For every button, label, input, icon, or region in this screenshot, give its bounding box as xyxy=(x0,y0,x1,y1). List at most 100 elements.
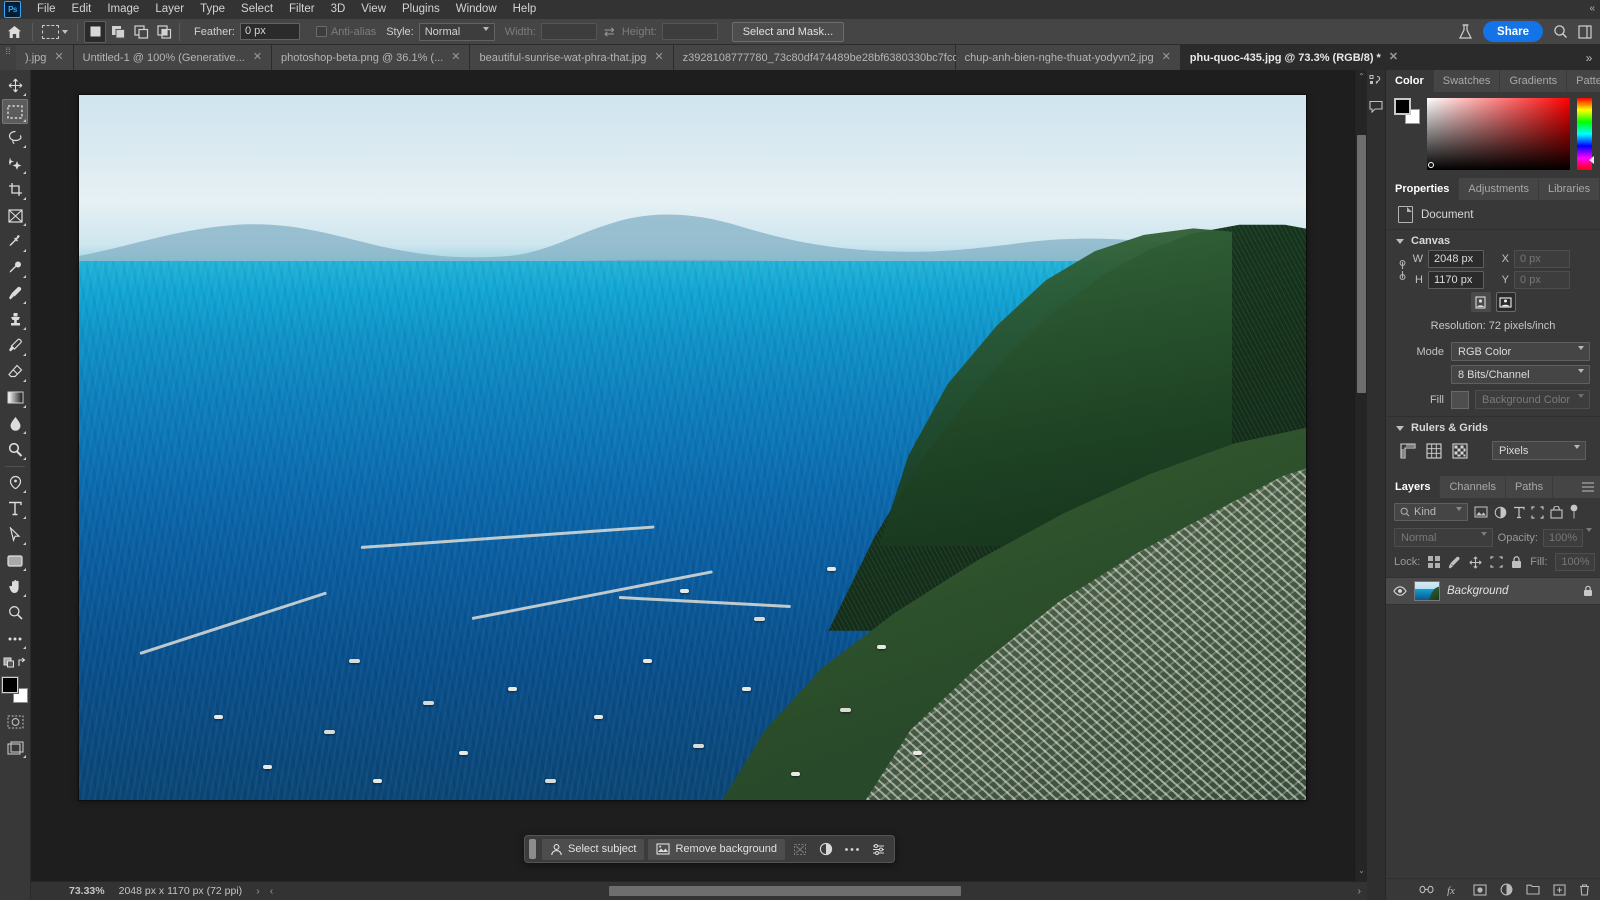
menu-layer[interactable]: Layer xyxy=(147,0,192,19)
menu-file[interactable]: File xyxy=(29,0,64,19)
adjustment-layer-icon[interactable] xyxy=(813,838,839,860)
ruler-units-select[interactable]: Pixels xyxy=(1492,441,1586,461)
rectangle-tool[interactable] xyxy=(2,548,28,573)
tab-paths[interactable]: Paths xyxy=(1506,476,1554,498)
history-brush-tool[interactable] xyxy=(2,333,28,358)
canvas-x-input[interactable]: 0 px xyxy=(1514,250,1570,268)
transform-selection-icon[interactable] xyxy=(787,838,813,860)
pen-tool[interactable] xyxy=(2,470,28,495)
tab-overflow-button[interactable]: » xyxy=(1578,45,1600,70)
close-icon[interactable]: ✕ xyxy=(451,52,460,63)
crop-tool[interactable] xyxy=(2,177,28,202)
flask-icon[interactable] xyxy=(1458,23,1473,40)
document-tab[interactable]: beautiful-sunrise-wat-phra-that.jpg ✕ xyxy=(470,45,674,70)
collapse-dock-button[interactable]: « xyxy=(1585,0,1599,17)
lasso-tool[interactable] xyxy=(2,125,28,150)
fill-input[interactable]: 100% xyxy=(1555,553,1596,571)
color-swatches[interactable] xyxy=(2,677,28,703)
panel-menu-icon[interactable] xyxy=(1576,476,1600,498)
color-picker-handle[interactable] xyxy=(1428,162,1434,168)
eyedropper-tool[interactable] xyxy=(2,229,28,254)
menu-plugins[interactable]: Plugins xyxy=(394,0,448,19)
new-group-icon[interactable] xyxy=(1526,884,1540,895)
remove-background-button[interactable]: Remove background xyxy=(648,838,785,860)
landscape-orientation-icon[interactable] xyxy=(1495,292,1516,312)
style-select[interactable]: Normal xyxy=(418,22,495,43)
canvas-section-header[interactable]: Canvas xyxy=(1386,230,1600,250)
blur-tool[interactable] xyxy=(2,411,28,436)
close-icon[interactable]: ✕ xyxy=(1162,52,1171,63)
color-mode-select[interactable]: RGB Color xyxy=(1451,342,1590,362)
lock-all-icon[interactable] xyxy=(1511,555,1522,569)
menu-view[interactable]: View xyxy=(353,0,394,19)
chevron-down-icon[interactable] xyxy=(1396,238,1404,244)
delete-layer-icon[interactable] xyxy=(1579,883,1590,896)
home-icon[interactable] xyxy=(0,19,28,45)
drag-handle[interactable] xyxy=(529,839,536,859)
intersect-with-selection-button[interactable] xyxy=(153,21,175,43)
canvas-y-input[interactable]: 0 px xyxy=(1514,271,1570,289)
filter-shape-icon[interactable] xyxy=(1531,505,1544,519)
subtract-from-selection-button[interactable] xyxy=(130,21,152,43)
eye-icon[interactable] xyxy=(1393,586,1407,596)
grid-icon[interactable] xyxy=(1426,442,1442,459)
canvas-viewport[interactable]: Select subject Remove background ⌃ ⌄ xyxy=(31,70,1367,881)
color-panel-swatches[interactable] xyxy=(1394,98,1420,124)
menu-select[interactable]: Select xyxy=(233,0,281,19)
close-icon[interactable]: ✕ xyxy=(253,52,262,63)
opacity-input[interactable]: 100% xyxy=(1543,528,1583,547)
layer-filter-kind-select[interactable]: Kind xyxy=(1394,503,1468,523)
blend-mode-select[interactable]: Normal xyxy=(1394,528,1493,548)
more-options-icon[interactable] xyxy=(839,838,865,860)
move-tool[interactable] xyxy=(2,73,28,98)
zoom-level[interactable]: 73.33% xyxy=(31,885,113,897)
workspace-icon[interactable] xyxy=(1578,24,1592,39)
history-icon[interactable] xyxy=(1369,74,1383,88)
document-tab[interactable]: Untitled-1 @ 100% (Generative... ✕ xyxy=(73,45,273,70)
menu-help[interactable]: Help xyxy=(505,0,545,19)
tab-color[interactable]: Color xyxy=(1386,70,1434,92)
document-tab-active[interactable]: phu-quoc-435.jpg @ 73.3% (RGB/8) * ✕ xyxy=(1180,45,1409,70)
filter-adjustment-icon[interactable] xyxy=(1494,506,1507,519)
document-dimensions[interactable]: 2048 px x 1170 px (72 ppi) xyxy=(113,885,249,897)
menu-image[interactable]: Image xyxy=(99,0,147,19)
new-adjustment-layer-icon[interactable] xyxy=(1500,883,1513,896)
close-icon[interactable]: ✕ xyxy=(54,52,63,63)
new-selection-button[interactable] xyxy=(84,20,106,43)
dodge-tool[interactable] xyxy=(2,437,28,462)
lock-icon[interactable] xyxy=(1583,585,1593,597)
bit-depth-select[interactable]: 8 Bits/Channel xyxy=(1451,365,1590,385)
share-button[interactable]: Share xyxy=(1483,21,1543,42)
lock-artboard-nesting-icon[interactable] xyxy=(1490,556,1503,568)
foreground-color-swatch[interactable] xyxy=(2,677,18,693)
tool-preset-picker[interactable] xyxy=(37,24,73,39)
hscroll-left-arrow[interactable]: ‹ xyxy=(268,885,276,897)
edit-toolbar-tool[interactable] xyxy=(2,626,28,651)
document-tab[interactable]: ).jpg ✕ xyxy=(16,45,74,70)
filter-pixel-icon[interactable] xyxy=(1474,506,1488,518)
layer-style-fx-icon[interactable]: fx xyxy=(1447,884,1460,896)
scroll-up-arrow[interactable]: ⌃ xyxy=(1355,72,1367,85)
menu-filter[interactable]: Filter xyxy=(281,0,323,19)
select-and-mask-button[interactable]: Select and Mask... xyxy=(731,21,845,42)
spot-healing-brush-tool[interactable] xyxy=(2,255,28,280)
hue-marker[interactable] xyxy=(1589,156,1594,164)
add-to-selection-button[interactable] xyxy=(107,21,129,43)
screen-mode-icon[interactable] xyxy=(2,735,28,760)
menu-edit[interactable]: Edit xyxy=(64,0,100,19)
hscroll-right-arrow[interactable]: › xyxy=(1358,885,1362,897)
document-tab[interactable]: chup-anh-bien-nghe-thuat-yodyvn2.jpg ✕ xyxy=(955,45,1181,70)
rulers-section-header[interactable]: Rulers & Grids xyxy=(1386,417,1600,437)
hue-ramp[interactable] xyxy=(1577,98,1594,170)
layer-name[interactable]: Background xyxy=(1447,585,1576,597)
document-tab[interactable]: photoshop-beta.png @ 36.1% (... ✕ xyxy=(272,45,471,70)
scroll-down-arrow[interactable]: ⌄ xyxy=(1355,866,1367,879)
close-icon[interactable]: ✕ xyxy=(654,52,663,63)
select-subject-button[interactable]: Select subject xyxy=(542,838,645,860)
tab-swatches[interactable]: Swatches xyxy=(1434,70,1501,92)
frame-tool[interactable] xyxy=(2,203,28,228)
document-canvas[interactable] xyxy=(79,95,1306,800)
canvas-width-input[interactable]: 2048 px xyxy=(1428,250,1484,268)
tab-adjustments[interactable]: Adjustments xyxy=(1459,178,1539,200)
lock-transparent-pixels-icon[interactable] xyxy=(1428,556,1441,568)
